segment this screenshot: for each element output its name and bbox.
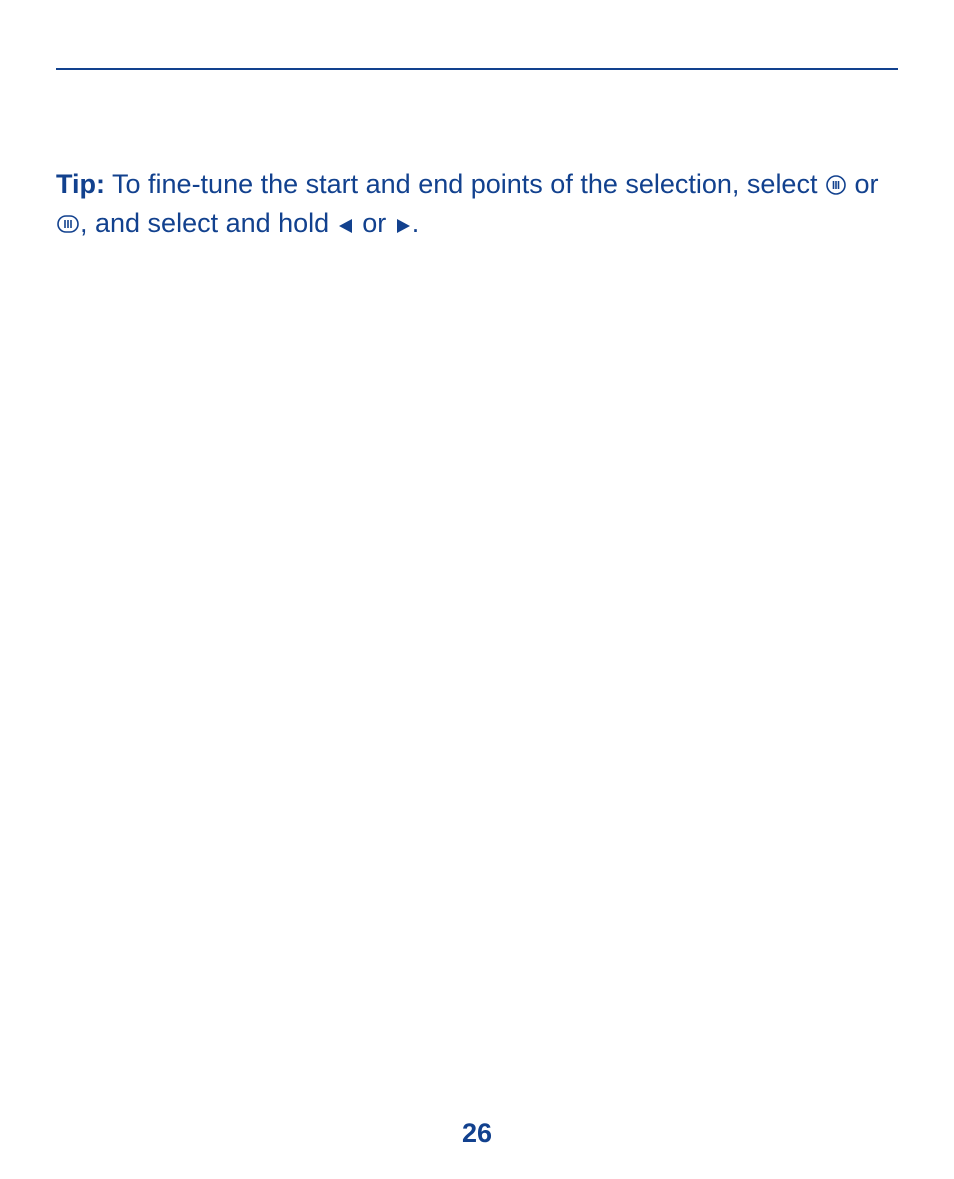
- right-arrow-icon: [394, 209, 412, 245]
- document-page: Tip: To fine-tune the start and end poin…: [0, 0, 954, 1179]
- tip-paragraph: Tip: To fine-tune the start and end poin…: [56, 167, 898, 244]
- tip-label: Tip:: [56, 169, 105, 199]
- start-marker-icon: [825, 170, 847, 206]
- header-rule: [56, 68, 898, 70]
- tip-text-2: or: [847, 169, 879, 199]
- left-arrow-icon: [337, 209, 355, 245]
- page-number: 26: [0, 1118, 954, 1149]
- end-marker-icon: [56, 209, 80, 245]
- tip-text-4: or: [355, 208, 394, 238]
- tip-text-5: .: [412, 208, 420, 238]
- tip-text-1: To fine-tune the start and end points of…: [105, 169, 825, 199]
- tip-text-3: , and select and hold: [80, 208, 337, 238]
